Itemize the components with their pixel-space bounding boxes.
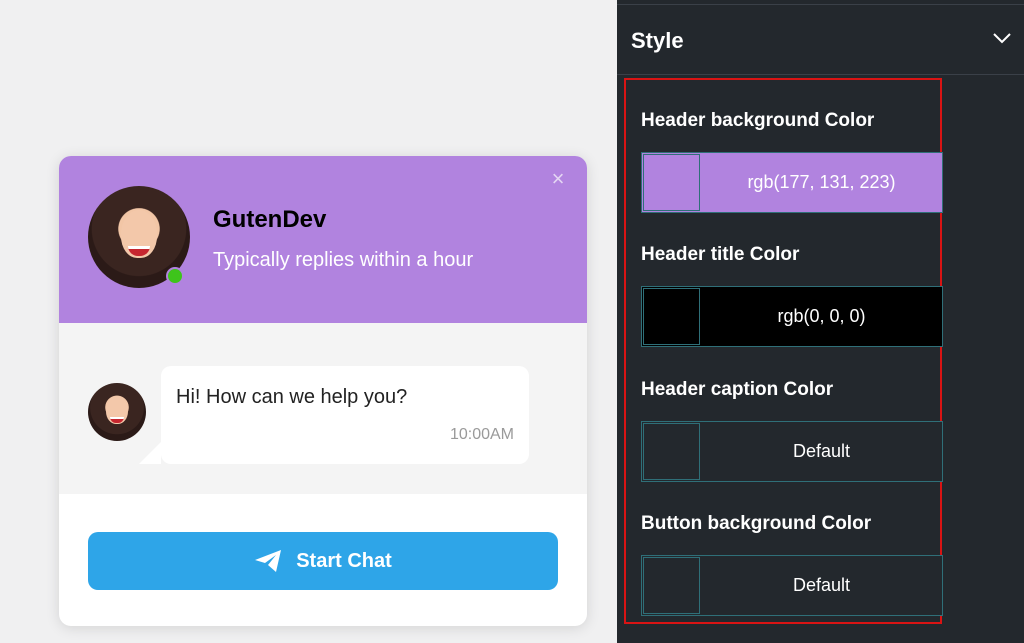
field-label-header-caption: Header caption Color xyxy=(641,379,834,400)
start-chat-button[interactable]: Start Chat xyxy=(88,532,558,590)
color-picker-button-bg[interactable]: Default xyxy=(641,555,943,616)
field-label-button-bg: Button background Color xyxy=(641,513,872,534)
color-picker-header-caption[interactable]: Default xyxy=(641,421,943,482)
color-swatch xyxy=(643,154,700,211)
color-value: rgb(177, 131, 223) xyxy=(747,172,896,192)
settings-panel: Style Header background Color rgb(177, 1… xyxy=(617,0,1024,643)
close-icon[interactable]: × xyxy=(547,168,569,190)
color-picker-header-title[interactable]: rgb(0, 0, 0) xyxy=(641,286,943,347)
message-text: Hi! How can we help you? xyxy=(176,386,408,408)
color-swatch xyxy=(643,288,700,345)
field-label-header-title: Header title Color xyxy=(641,244,800,265)
highlight-box: Header background Color rgb(177, 131, 22… xyxy=(624,78,943,624)
color-value: Default xyxy=(792,575,851,595)
message-bubble: Hi! How can we help you? 10:00AM xyxy=(139,366,529,464)
widget-title: GutenDev xyxy=(213,206,327,233)
color-swatch xyxy=(643,557,700,614)
preview-area: × GutenDev Typically replies within a ho… xyxy=(0,0,617,643)
chat-widget: × GutenDev Typically replies within a ho… xyxy=(59,156,587,626)
color-value: rgb(0, 0, 0) xyxy=(777,306,866,326)
online-status-dot xyxy=(166,267,184,285)
chevron-down-icon xyxy=(993,33,1011,44)
widget-caption: Typically replies within a hour xyxy=(213,249,474,271)
section-title: Style xyxy=(631,28,684,53)
start-chat-label: Start Chat xyxy=(296,549,392,572)
color-swatch xyxy=(643,423,700,480)
message-time: 10:00AM xyxy=(449,426,514,443)
telegram-send-icon xyxy=(255,550,282,572)
style-section-toggle[interactable]: Style xyxy=(617,5,1024,75)
widget-body: Hi! How can we help you? 10:00AM xyxy=(59,323,587,494)
message-avatar xyxy=(88,383,146,441)
field-label-header-bg: Header background Color xyxy=(641,110,875,131)
widget-header: × GutenDev Typically replies within a ho… xyxy=(59,156,587,323)
color-value: Default xyxy=(792,441,851,461)
color-picker-header-bg[interactable]: rgb(177, 131, 223) xyxy=(641,152,943,213)
